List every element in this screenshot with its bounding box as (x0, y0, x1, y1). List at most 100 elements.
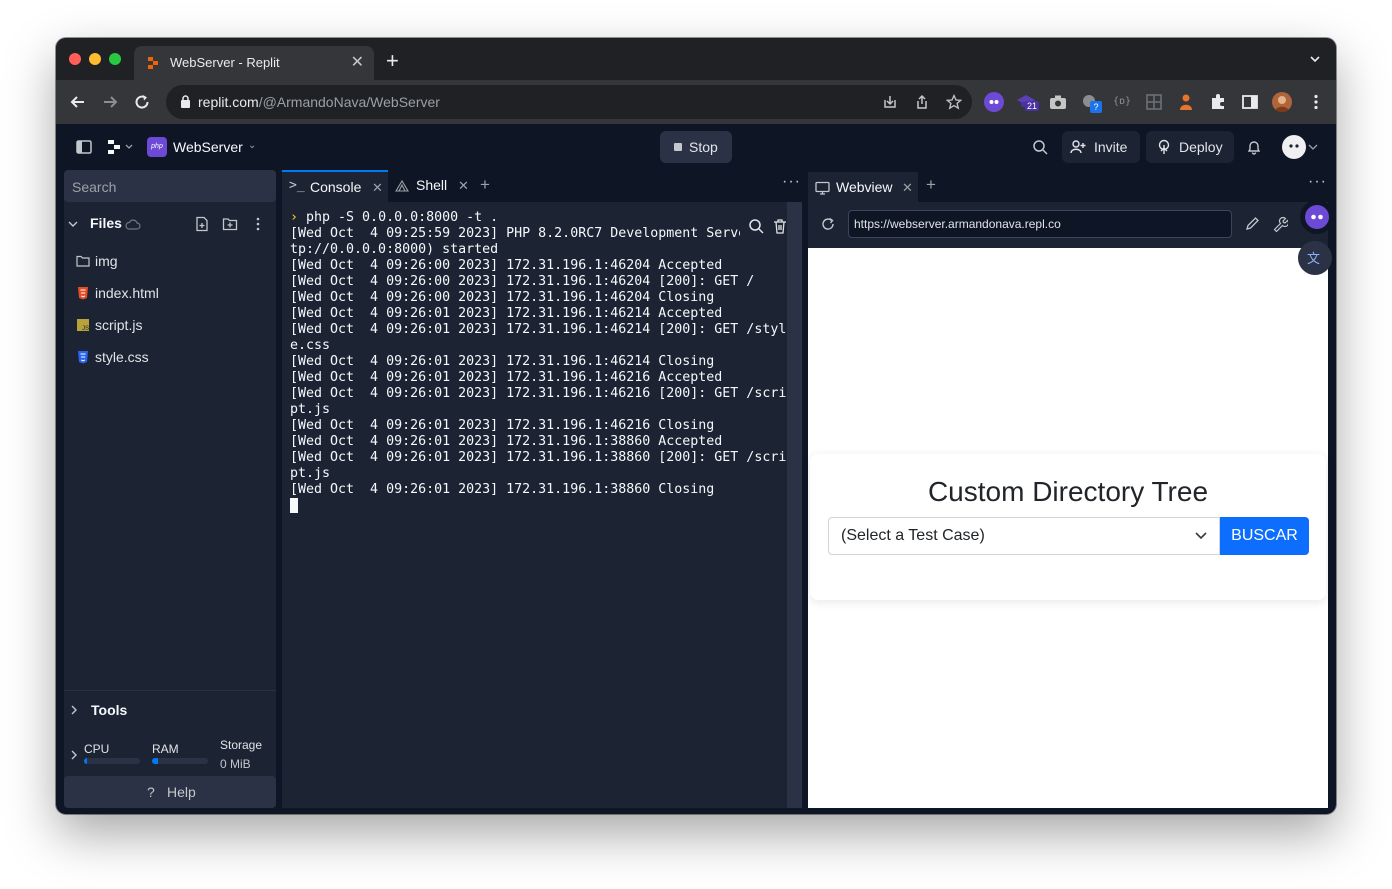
search-icon[interactable] (1032, 139, 1048, 155)
help-button[interactable]: ? Help (64, 776, 276, 808)
terminal-scrollbar[interactable] (787, 202, 802, 808)
add-tab-button[interactable]: + (480, 175, 490, 195)
deploy-button[interactable]: Deploy (1146, 131, 1234, 163)
add-tab-button[interactable]: + (926, 175, 936, 195)
monitor-icon (815, 181, 830, 195)
chevron-down-icon[interactable] (1308, 139, 1318, 155)
search-icon[interactable] (748, 218, 764, 234)
refresh-icon[interactable] (820, 216, 836, 232)
browser-tab-strip: WebServer - Replit ✕ + (56, 38, 1336, 80)
close-tab-icon[interactable]: ✕ (351, 52, 364, 72)
test-case-select[interactable]: (Select a Test Case) (828, 517, 1220, 555)
terminal-command-line: › php -S 0.0.0.0:8000 -t . (290, 210, 790, 226)
tab-webview[interactable]: Webview ✕ (808, 170, 918, 202)
chevron-down-icon[interactable] (68, 219, 78, 229)
stop-button[interactable]: Stop (660, 131, 732, 163)
close-window-button[interactable] (69, 53, 81, 65)
camera-extension-icon[interactable] (1048, 92, 1068, 112)
browser-toolbar: replit.com/@ArmandoNava/WebServer 21 ? {… (56, 80, 1336, 124)
add-user-icon (1070, 140, 1086, 154)
puzzle-extensions-icon[interactable] (1208, 92, 1228, 112)
new-tab-button[interactable]: + (386, 48, 399, 74)
invite-button[interactable]: Invite (1062, 131, 1140, 163)
ghostwriter-extension-icon[interactable] (984, 92, 1004, 112)
terminal-line: [Wed Oct 4 09:26:01 2023] 172.31.196.1:4… (290, 322, 787, 337)
devtools-wrench-icon[interactable] (1272, 216, 1288, 232)
webview-tab-bar: Webview ✕ + ··· (808, 170, 1328, 202)
html-file-icon (78, 287, 88, 300)
resource-usage[interactable]: CPU RAM Storage 0 MiB (64, 736, 276, 771)
ram-usage-bar (152, 758, 208, 764)
webview-pane: Webview ✕ + ··· https://webserver.armand… (808, 170, 1328, 808)
terminal-line: [Wed Oct 4 09:26:01 2023] 172.31.196.1:4… (290, 386, 787, 401)
cpu-usage-fill (84, 758, 87, 764)
close-tab-icon[interactable]: ✕ (902, 180, 913, 196)
maximize-window-button[interactable] (109, 53, 121, 65)
edit-pencil-icon[interactable] (1244, 216, 1260, 232)
tools-section[interactable]: Tools (64, 698, 276, 722)
more-options-icon[interactable]: ··· (1308, 173, 1327, 191)
close-tab-icon[interactable]: ✕ (458, 178, 469, 194)
terminal-cursor-line (290, 498, 790, 516)
more-options-icon[interactable] (250, 216, 266, 232)
file-item-style-css[interactable]: style.css (64, 342, 276, 372)
tab-title: WebServer - Replit (170, 55, 280, 70)
cpu-label: CPU (84, 742, 110, 756)
cloud-icon (125, 219, 141, 230)
user-avatar[interactable] (1282, 135, 1306, 159)
file-item-script-js[interactable]: JS script.js (64, 310, 276, 340)
side-panel-icon[interactable] (1240, 92, 1260, 112)
terminal-output[interactable]: › php -S 0.0.0.0:8000 -t . [Wed Oct 4 09:… (290, 210, 790, 516)
bookmark-star-icon[interactable] (946, 94, 962, 110)
more-options-icon[interactable]: ··· (782, 173, 801, 191)
chevron-right-icon[interactable] (69, 705, 79, 715)
svg-text:文: 文 (1307, 252, 1320, 267)
new-folder-icon[interactable] (222, 216, 238, 232)
trash-icon[interactable] (772, 218, 788, 234)
chevron-right-icon[interactable] (69, 750, 79, 760)
url-text: replit.com/@ArmandoNava/WebServer (198, 94, 440, 110)
chat-extension-icon[interactable]: ? (1080, 92, 1102, 113)
graduation-cap-extension-icon[interactable]: 21 (1016, 92, 1040, 112)
share-icon[interactable] (914, 94, 930, 110)
reload-icon[interactable] (132, 92, 152, 112)
javascript-file-icon: JS (77, 319, 89, 332)
install-app-icon[interactable] (882, 94, 898, 110)
deploy-icon (1158, 139, 1170, 154)
replit-menu-icon[interactable] (106, 139, 136, 155)
search-input[interactable]: Search (64, 170, 276, 202)
tab-shell[interactable]: Shell ✕ (388, 170, 474, 202)
webview-url-input[interactable]: https://webserver.armandonava.repl.co (848, 210, 1232, 238)
person-extension-icon[interactable] (1176, 92, 1196, 112)
file-item-img[interactable]: img (64, 246, 276, 276)
profile-avatar[interactable] (1272, 92, 1292, 112)
browser-tab[interactable]: WebServer - Replit ✕ (134, 46, 374, 80)
grid-extension-icon[interactable] (1144, 92, 1164, 112)
repl-name[interactable]: WebServer (173, 139, 243, 155)
address-bar[interactable]: replit.com/@ArmandoNava/WebServer (166, 85, 972, 119)
terminal-line: [Wed Oct 4 09:26:00 2023] 172.31.196.1:4… (290, 274, 755, 289)
sidebar-toggle-icon[interactable] (76, 139, 92, 155)
browser-menu-icon[interactable] (1306, 92, 1326, 112)
notifications-bell-icon[interactable] (1246, 139, 1262, 155)
buscar-button[interactable]: BUSCAR (1220, 517, 1309, 555)
chevron-down-icon[interactable]: ⌄ (248, 140, 256, 151)
close-tab-icon[interactable]: ✕ (372, 180, 383, 196)
terminal-line: pt.js (290, 402, 331, 417)
minimize-window-button[interactable] (89, 53, 101, 65)
files-header[interactable]: Files (64, 210, 276, 238)
back-arrow-icon[interactable] (68, 92, 88, 112)
file-item-index-html[interactable]: index.html (64, 278, 276, 308)
tab-console[interactable]: >_ Console ✕ (282, 170, 388, 202)
terminal-line: [Wed Oct 4 09:26:01 2023] 172.31.196.1:3… (290, 450, 787, 465)
terminal-line: [Wed Oct 4 09:25:59 2023] PHP 8.2.0RC7 D… (290, 226, 747, 241)
cpu-usage-bar (84, 758, 140, 764)
translate-floating-button[interactable]: 文 (1298, 241, 1332, 275)
forward-arrow-icon[interactable] (100, 92, 120, 112)
json-extension-icon[interactable]: {ɒ} (1112, 92, 1132, 112)
ghostwriter-floating-button[interactable] (1300, 200, 1334, 234)
console-pane: >_ Console ✕ Shell ✕ + ··· › php -S 0.0.… (282, 170, 802, 808)
tab-search-chevron-icon[interactable] (1310, 54, 1320, 64)
new-file-icon[interactable] (194, 216, 210, 232)
console-tab-bar: >_ Console ✕ Shell ✕ + ··· (282, 170, 802, 202)
